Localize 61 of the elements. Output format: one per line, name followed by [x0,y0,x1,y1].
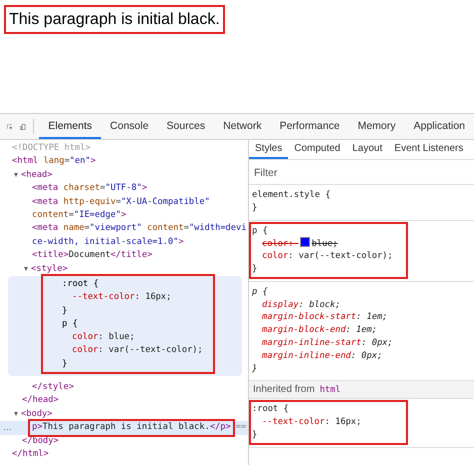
css-selector: p { [252,286,269,299]
styles-tab[interactable]: Styles [249,140,288,159]
inherited-label: Inherited from [253,384,315,396]
code-line: p>This paragraph is initial black.</p> [30,421,233,435]
panel-tab[interactable]: Console [101,114,158,139]
css-brace: } [252,362,258,376]
more-marker[interactable]: … [3,421,12,435]
expand-arrow-icon[interactable] [14,173,18,178]
code-line: ce-width, initial-scale=1.0"> [32,236,184,249]
filter-field[interactable]: Filter [254,166,404,180]
css-selector: :root { [62,278,100,291]
css-declaration: color: blue; [71,331,136,344]
panel-tab[interactable]: Application [404,114,474,139]
expand-arrow-icon[interactable] [14,412,18,416]
css-brace: } [252,428,258,442]
css-selector: p { [62,318,79,331]
code-line: <!DOCTYPE html> [12,142,90,155]
css-declaration: margin-block-start: 1em; [261,311,389,324]
code-line: <meta name="viewport" content="width=devi [32,222,246,236]
styles-tab[interactable]: Computed [288,140,346,159]
css-brace: } [252,202,258,215]
code-line: <title>Document</title> [32,249,152,262]
code-line: </body> [22,434,59,448]
css-selector: :root { [252,403,290,416]
code-line: <meta http-equiv="X-UA-Compatible" [32,196,210,209]
css-declaration: margin-block-end: 1em; [261,324,378,337]
css-declaration: display: block; [261,298,342,312]
code-line: </style> [32,380,74,394]
css-brace: } [252,262,258,276]
code-line: </head> [22,394,59,408]
css-declaration: margin-inline-start: 0px; [261,336,393,350]
code-line: <meta charset="UTF-8"> [32,182,148,196]
css-declaration: color: blue; [261,237,339,250]
dom-node-row[interactable]: … p>This paragraph is initial black.</p> == [0,421,248,435]
panel-tab[interactable]: Memory [348,114,405,139]
color-swatch[interactable] [300,237,310,248]
css-brace: } [62,358,68,371]
dollar-zero-hint: == [236,421,246,434]
expand-arrow-icon[interactable] [24,267,28,272]
inherited-source-link[interactable]: html [320,385,341,396]
styles-tab[interactable]: Layout [346,140,388,159]
css-declaration: color: var(--text-color); [71,344,204,358]
panel-tab[interactable]: Performance [270,114,349,139]
css-declaration: --text-color: 16px; [71,291,172,304]
css-declaration: color: var(--text-color); [261,250,394,263]
css-selector: element.style { [252,189,332,202]
css-declaration: --text-color: 16px; [261,416,362,429]
panel-tab[interactable]: Network [214,114,271,139]
code-line: </html> [12,448,49,461]
code-line: <body> [21,408,52,421]
styles-tab[interactable]: Event Listeners [388,140,470,159]
panel-tab[interactable]: Elements [39,114,102,139]
page-paragraph: This paragraph is initial black. [4,5,225,34]
code-line: content="IE=edge"> [32,208,126,222]
code-line: <style> [31,262,68,276]
css-selector: p { [252,224,269,238]
css-brace: } [62,304,68,318]
code-line: <html lang="en"> [12,155,96,168]
css-declaration: margin-inline-end: 0px; [261,350,384,363]
code-line: <head> [21,168,52,182]
panel-tab[interactable]: Sources [158,114,214,139]
